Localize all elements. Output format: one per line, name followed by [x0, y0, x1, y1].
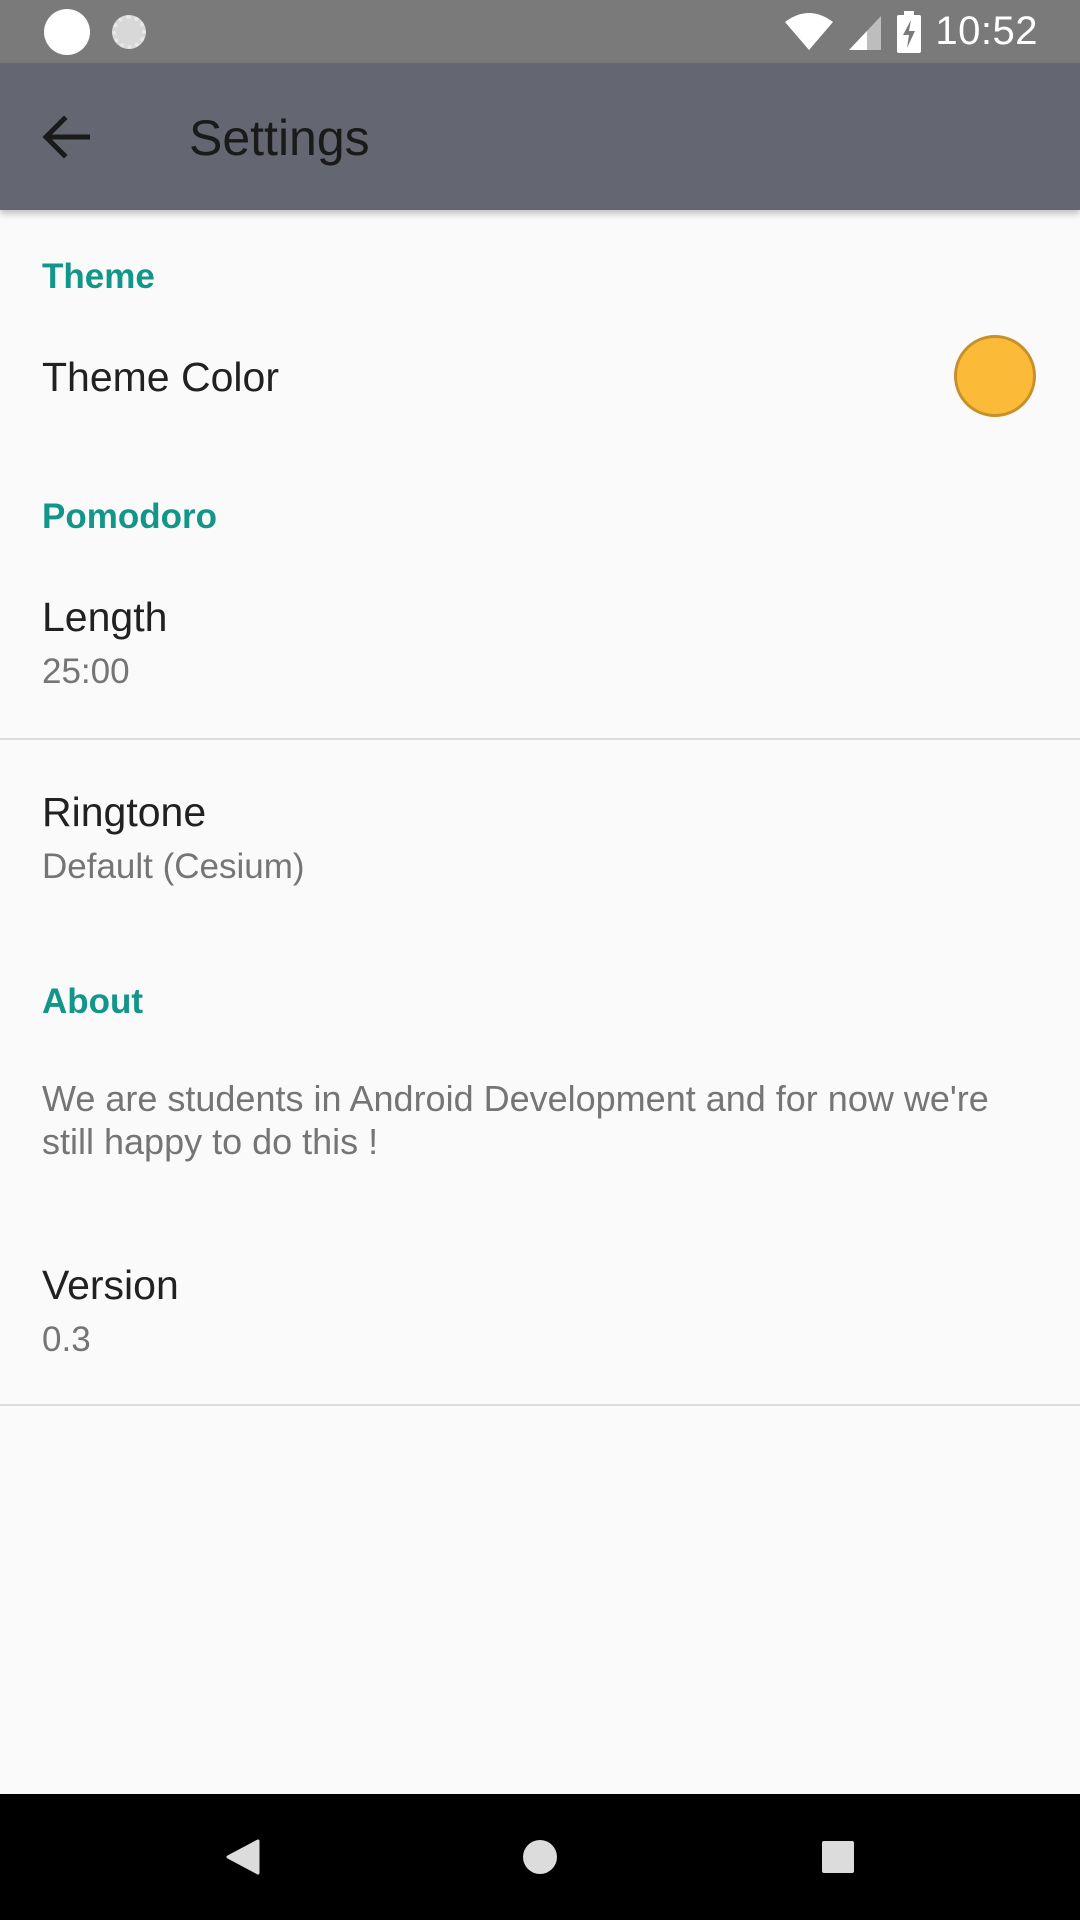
nav-recents-button[interactable]: [805, 1824, 871, 1890]
section-header-about: About: [42, 982, 144, 1021]
nav-home-button[interactable]: [507, 1824, 573, 1890]
pref-length-summary: 25:00: [42, 652, 130, 691]
system-nav-bar: [0, 1794, 1080, 1920]
about-description: We are students in Android Development a…: [42, 1078, 989, 1162]
status-time: 10:52: [935, 9, 1038, 53]
pref-version-title: Version: [42, 1262, 179, 1308]
app-bar: Settings: [0, 63, 1080, 210]
pref-ringtone-summary: Default (Cesium): [42, 847, 305, 886]
nav-back-button[interactable]: [209, 1824, 275, 1890]
settings-screen: 10:52 Settings Theme Theme Color Pomodor…: [0, 0, 1080, 1920]
arrow-back-icon: [42, 115, 90, 159]
page-title: Settings: [189, 110, 370, 166]
theme-color-swatch[interactable]: [954, 335, 1036, 417]
pref-length[interactable]: [0, 560, 1080, 738]
wifi-icon: [785, 12, 834, 50]
status-indicators: 10:52: [785, 0, 1038, 63]
pref-version[interactable]: [0, 1230, 1080, 1405]
pref-version-summary: 0.3: [42, 1320, 91, 1359]
notification-dot-icon: [44, 9, 90, 55]
nav-home-icon: [523, 1840, 557, 1874]
back-button[interactable]: [30, 101, 102, 173]
section-header-theme: Theme: [42, 257, 155, 296]
pref-ringtone-title: Ringtone: [42, 789, 207, 835]
pref-theme-color-title: Theme Color: [42, 354, 279, 400]
status-notifications: [44, 9, 146, 55]
divider: [0, 738, 1080, 740]
nav-back-icon: [226, 1839, 260, 1875]
section-header-pomodoro: Pomodoro: [42, 497, 217, 536]
pref-length-title: Length: [42, 594, 168, 640]
nav-recents-icon: [822, 1841, 854, 1873]
status-bar: 10:52: [0, 0, 1080, 63]
battery-charging-icon: [897, 10, 922, 53]
divider: [0, 1404, 1080, 1406]
cell-signal-icon: [849, 15, 882, 50]
sync-spinner-icon: [112, 15, 146, 49]
